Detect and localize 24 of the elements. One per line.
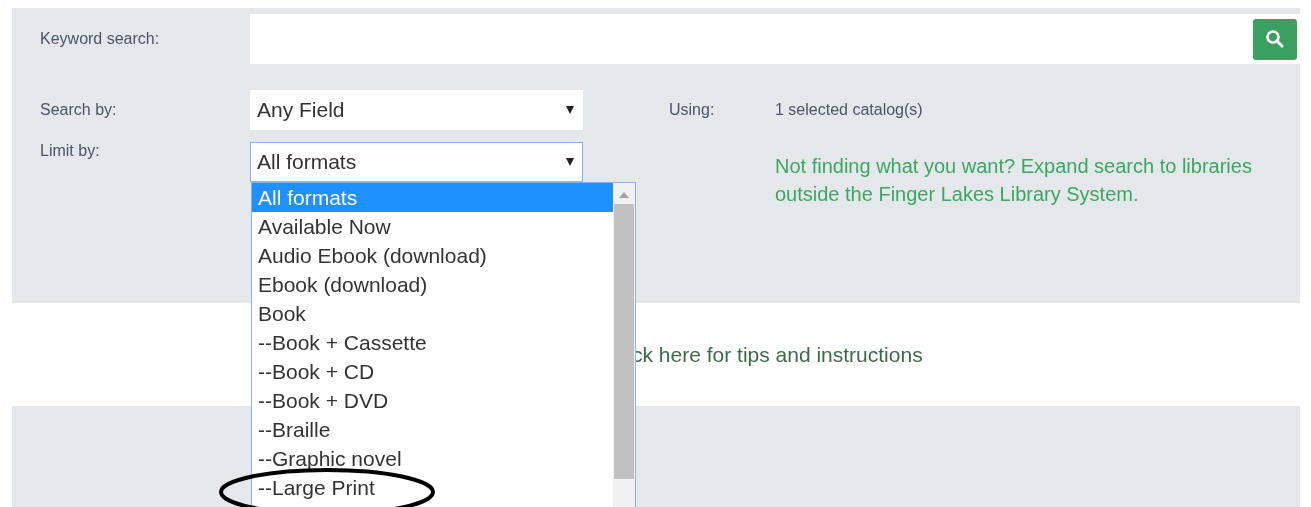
dropdown-option[interactable]: --Book + CD — [252, 357, 613, 386]
search-icon — [1265, 29, 1285, 49]
field-label: Using: — [669, 101, 716, 119]
scrollbar[interactable] — [613, 183, 635, 507]
dropdown-option[interactable]: --Graphic novel — [252, 444, 613, 473]
limit-by-dropdown[interactable]: All formats — [250, 142, 583, 182]
field-label: Search by: — [40, 101, 118, 119]
dropdown-caret-icon — [566, 158, 574, 166]
dropdown-option[interactable]: Audio Ebook (download) — [252, 241, 613, 270]
scroll-up-icon[interactable] — [619, 192, 629, 198]
dropdown-option[interactable]: Available Now — [252, 212, 613, 241]
catalog-count: 1 selected catalog(s) — [775, 101, 923, 119]
field-label: Limit by: — [40, 142, 101, 160]
keyword-input-field[interactable] — [250, 14, 1300, 64]
search-by-dropdown[interactable]: Any Field — [250, 90, 583, 130]
dropdown-option[interactable]: Ebook (download) — [252, 270, 613, 299]
search-button[interactable] — [1253, 18, 1297, 60]
dropdown-option[interactable]: --Book + Cassette — [252, 328, 613, 357]
dropdown-option[interactable]: --Book + DVD — [252, 386, 613, 415]
dropdown-option[interactable]: --Braille — [252, 415, 613, 444]
dropdown-caret-icon — [566, 106, 574, 114]
dropdown-option[interactable]: Book — [252, 299, 613, 328]
dropdown-option[interactable]: --Large Print — [252, 473, 613, 502]
field-label: Keyword search: — [40, 30, 161, 48]
